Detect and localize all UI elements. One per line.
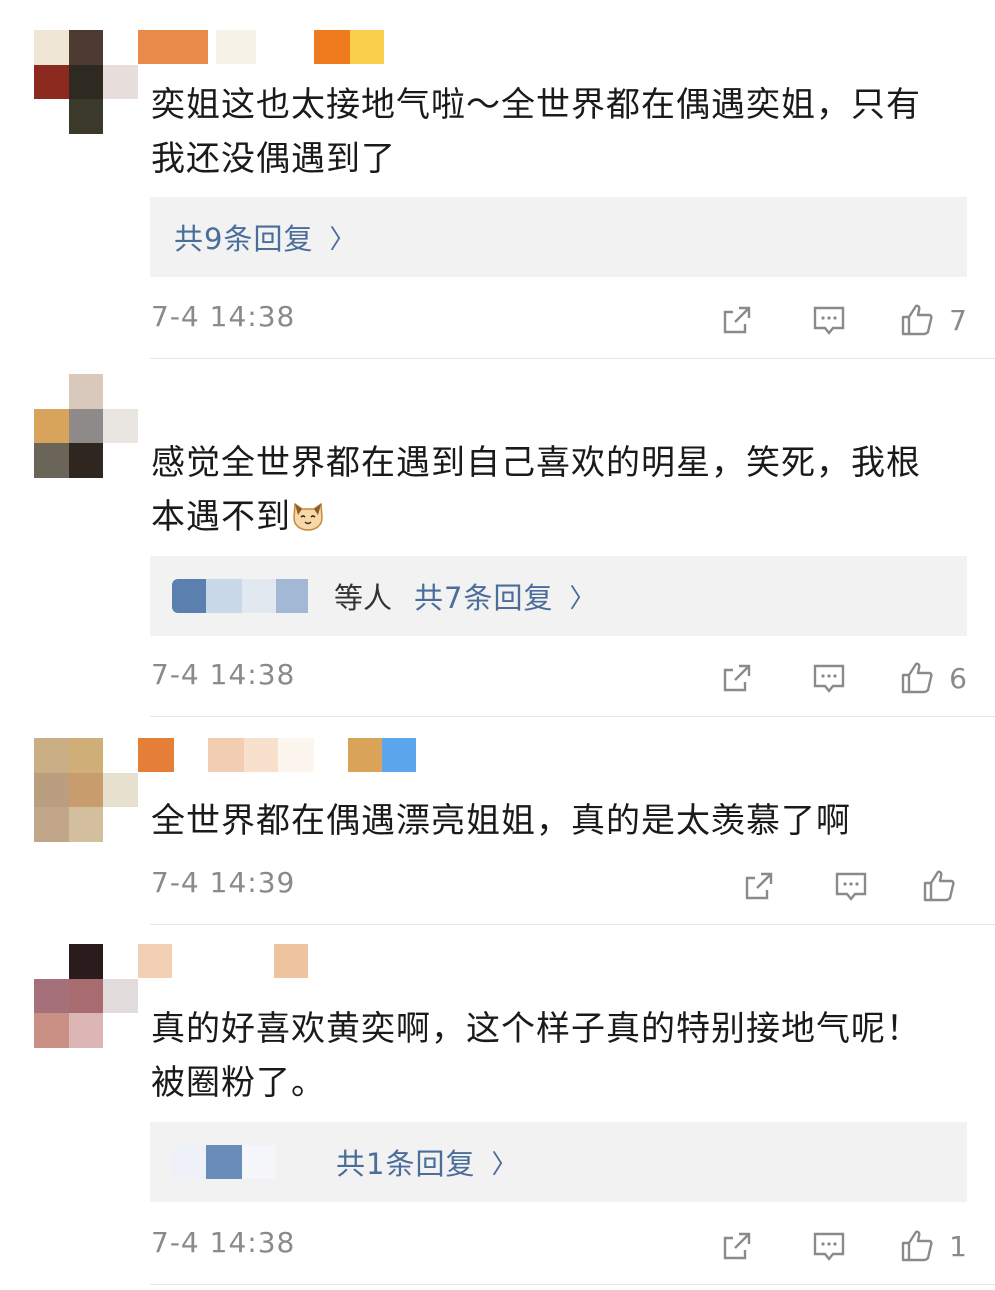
chevron-right-icon: 〉 [329, 224, 357, 255]
view-replies-link[interactable]: 共7条回复 〉 [414, 575, 596, 617]
comment-text: 感觉全世界都在遇到自己喜欢的明星，笑死，我根 本遇不到 [151, 436, 961, 544]
avatar[interactable] [34, 738, 138, 842]
like-count: 7 [949, 303, 967, 337]
avatar[interactable] [34, 944, 138, 1048]
reply-count-label[interactable]: 共9条回复 [174, 216, 313, 258]
share-icon[interactable] [741, 868, 777, 904]
comment-icon[interactable] [833, 868, 869, 904]
like-icon[interactable] [921, 868, 957, 904]
avatar[interactable] [34, 30, 138, 134]
like-icon[interactable] [899, 302, 935, 338]
chevron-right-icon: 〉 [569, 583, 597, 614]
comment-text-body: 感觉全世界都在遇到自己喜欢的明星，笑死，我根 本遇不到 [151, 443, 921, 537]
share-icon[interactable] [719, 1228, 755, 1264]
view-replies-link[interactable]: 共1条回复 〉 [336, 1141, 518, 1183]
like-icon[interactable] [899, 1228, 935, 1264]
timestamp: 7-4 14:38 [151, 658, 296, 691]
comment-text: 全世界都在偶遇漂亮姐姐，真的是太羡慕了啊 [151, 801, 851, 841]
avatar[interactable] [34, 374, 138, 478]
replier-suffix: 等人 [334, 581, 393, 615]
like-count: 1 [949, 1229, 967, 1263]
comment-icon[interactable] [811, 1228, 847, 1264]
timestamp: 7-4 14:38 [151, 300, 296, 333]
comment-meta: 7-4 14:38 6 [151, 658, 967, 698]
view-replies-link[interactable]: 共9条回复 〉 [174, 216, 356, 258]
share-icon[interactable] [719, 302, 755, 338]
reply-count-label[interactable]: 共7条回复 [414, 575, 553, 617]
username-blurred[interactable] [138, 30, 384, 64]
like-icon[interactable] [899, 660, 935, 696]
comment-text: 奕姐这也太接地气啦～全世界都在偶遇奕姐，只有 我还没偶遇到了 [151, 85, 921, 179]
username-blurred[interactable] [138, 944, 308, 978]
comment-meta: 7-4 14:38 7 [151, 300, 967, 340]
comment-icon[interactable] [811, 660, 847, 696]
replier-name-blurred[interactable] [172, 579, 308, 613]
replier-name-blurred[interactable] [172, 1145, 276, 1179]
comment-icon[interactable] [811, 302, 847, 338]
divider [150, 358, 995, 359]
reply-summary[interactable]: 共9条回复 〉 [150, 197, 967, 277]
reply-count-label[interactable]: 共1条回复 [336, 1141, 475, 1183]
comment-text: 真的好喜欢黄奕啊，这个样子真的特别接地气呢！ 被圈粉了。 [151, 1009, 921, 1103]
timestamp: 7-4 14:38 [151, 1226, 296, 1259]
divider [150, 716, 995, 717]
divider [150, 1284, 995, 1285]
share-icon[interactable] [719, 660, 755, 696]
divider [150, 924, 995, 925]
cat-face-emoji [293, 502, 323, 531]
like-count: 6 [949, 661, 967, 695]
chevron-right-icon: 〉 [491, 1149, 519, 1180]
username-blurred[interactable] [138, 738, 416, 772]
comment-meta: 7-4 14:38 1 [151, 1226, 967, 1266]
comment-meta: 7-4 14:39 [151, 866, 967, 906]
reply-summary[interactable]: 共1条回复 〉 [150, 1122, 967, 1202]
reply-summary[interactable]: 等人 共7条回复 〉 [150, 556, 967, 636]
timestamp: 7-4 14:39 [151, 866, 296, 899]
